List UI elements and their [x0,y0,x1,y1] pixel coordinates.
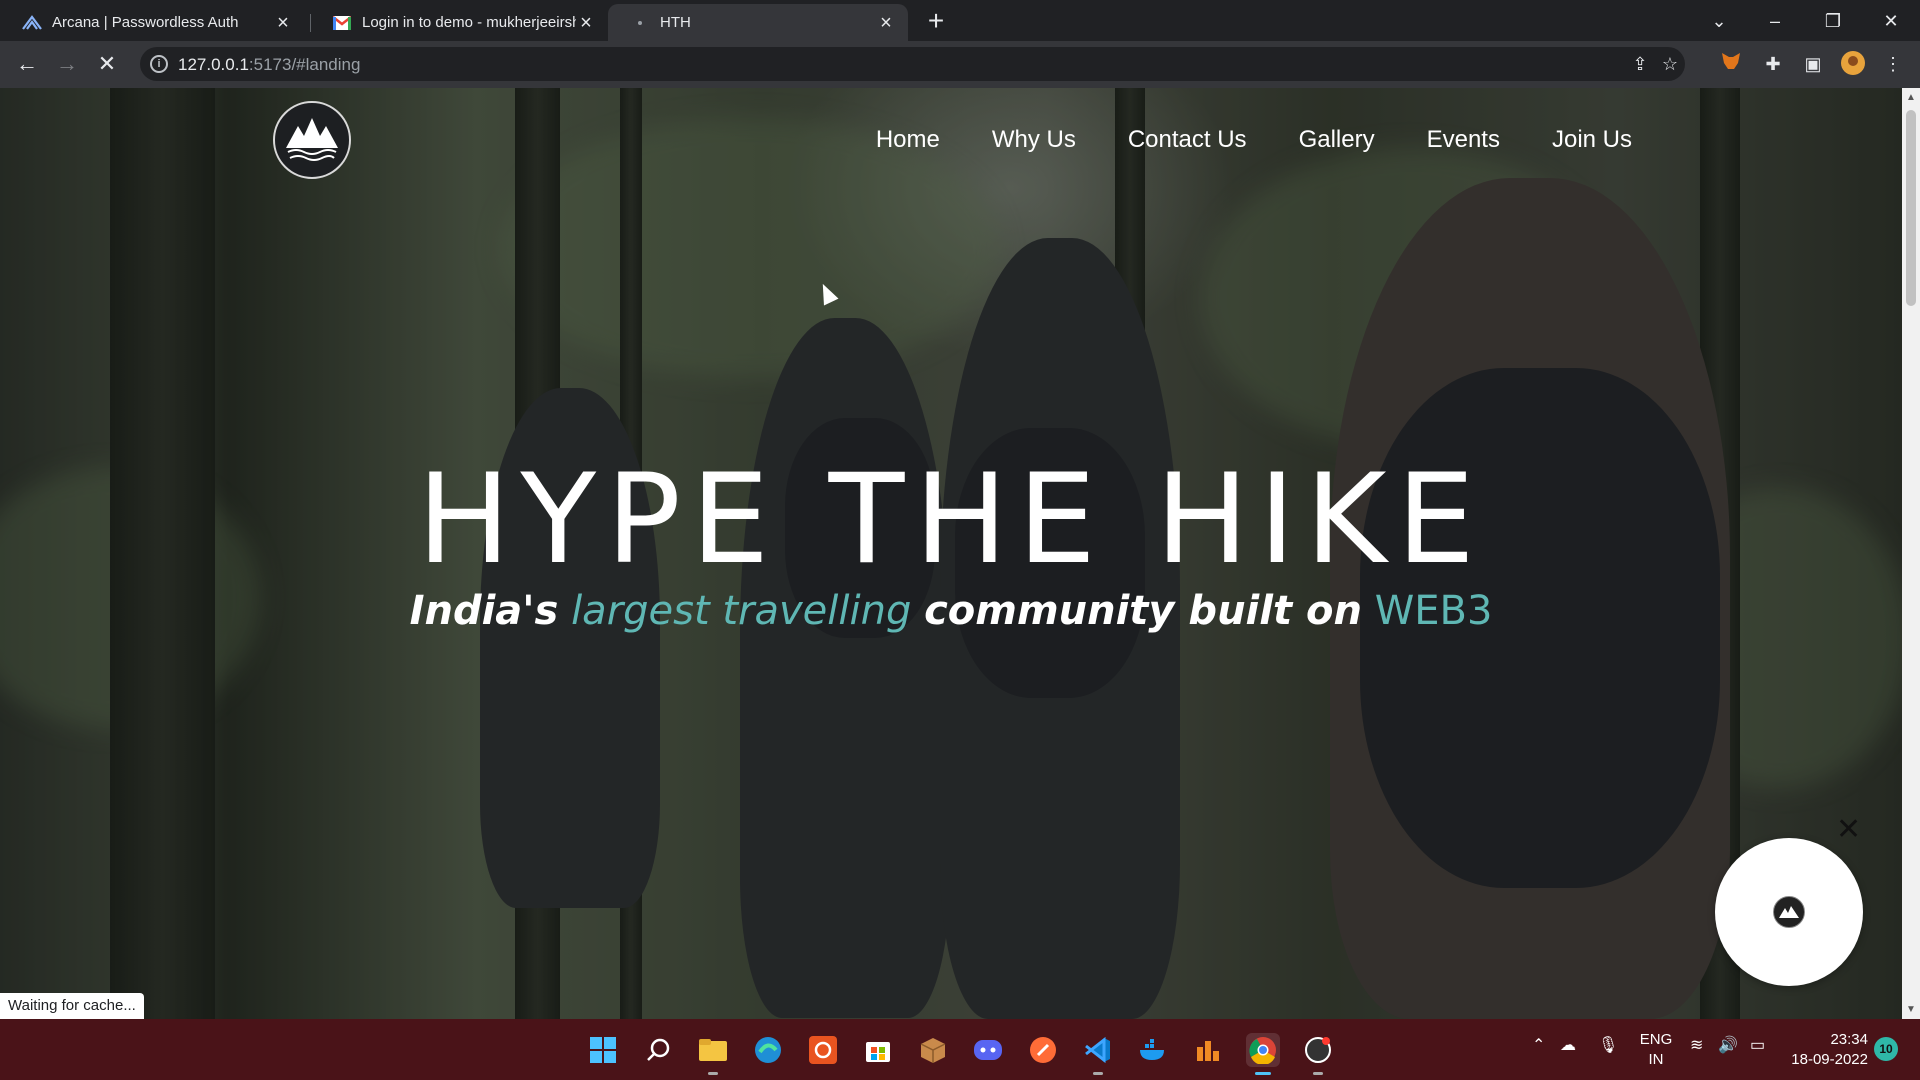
tab-title: HTH [660,14,691,31]
discord-icon[interactable] [971,1033,1005,1067]
extensions-puzzle-icon[interactable]: ✚ [1760,51,1786,77]
close-icon[interactable]: × [576,13,596,33]
subtitle-part: India's [409,588,559,634]
lang-region: IN [1648,1051,1664,1068]
subtitle-part: community built on [924,588,1362,634]
restore-icon[interactable]: ❐ [1810,6,1856,36]
show-hidden-icons-icon[interactable]: ⌃ [1532,1035,1545,1055]
scroll-up-icon[interactable]: ▲ [1906,92,1916,103]
clock-time: 23:34 [1830,1031,1868,1048]
active-indicator [1255,1072,1271,1075]
nav-why-us[interactable]: Why Us [992,126,1076,154]
gmail-icon [332,13,352,33]
chat-widget-button[interactable] [1715,838,1863,986]
address-bar[interactable]: i 127.0.0.1:5173/#landing ⇪ ☆ [140,47,1685,81]
close-window-icon[interactable]: ✕ [1868,6,1914,36]
running-indicator [708,1072,718,1075]
windows-taskbar: ⌃ ☁ 🎙 ENG IN ≋ 🔊 ▭ 23:34 18-09-2022 10 [0,1019,1920,1080]
scroll-down-icon[interactable]: ▼ [1906,1004,1916,1015]
lang-code: ENG [1639,1031,1673,1048]
tab-strip: Arcana | Passwordless Auth × Login in to… [0,0,1920,41]
language-indicator[interactable]: ENG IN [1636,1030,1676,1070]
mountain-logo-icon [286,118,338,161]
tab-gmail[interactable]: Login in to demo - mukherjeeirsh × [310,4,608,41]
minimize-icon[interactable]: – [1752,6,1798,36]
mountain-logo-icon [1773,896,1805,928]
nav-join-us[interactable]: Join Us [1552,126,1632,154]
site-logo[interactable] [273,101,351,179]
chrome-icon[interactable] [1246,1033,1280,1075]
nav-gallery[interactable]: Gallery [1299,126,1375,154]
subtitle-accent: WEB3 [1374,588,1493,634]
battery-icon[interactable]: ▭ [1750,1035,1765,1055]
clock-date: 18-09-2022 [1791,1051,1868,1068]
running-indicator [1313,1072,1323,1075]
docker-icon[interactable] [1136,1033,1170,1067]
github-desktop-icon[interactable] [1301,1033,1335,1075]
metamask-extension-icon[interactable] [1718,51,1744,77]
loading-dot-icon [630,13,650,33]
status-bar: Waiting for cache... [0,993,144,1019]
close-icon[interactable]: × [876,13,896,33]
url-path: :5173/#landing [248,55,361,74]
scrollbar-thumb[interactable] [1906,110,1916,306]
ubuntu-icon[interactable] [806,1033,840,1067]
browser-toolbar: ← → ✕ i 127.0.0.1:5173/#landing ⇪ ☆ ✚ ▣ … [0,41,1920,88]
landing-page: Home Why Us Contact Us Gallery Events Jo… [0,88,1902,1019]
bookmark-star-icon[interactable]: ☆ [1658,52,1682,76]
side-panel-icon[interactable]: ▣ [1800,51,1826,77]
tab-title: Login in to demo - mukherjeeirsh [362,14,576,31]
nav-contact-us[interactable]: Contact Us [1128,126,1247,154]
postman-icon[interactable] [1026,1033,1060,1067]
onedrive-icon[interactable]: ☁ [1560,1035,1576,1055]
windows-start-icon[interactable] [586,1033,620,1067]
back-icon[interactable]: ← [12,49,42,79]
forward-icon[interactable]: → [52,49,82,79]
volume-icon[interactable]: 🔊 [1718,1035,1738,1055]
microphone-icon[interactable]: 🎙 [1598,1035,1618,1055]
vscode-icon[interactable] [1081,1033,1115,1075]
tab-search-icon[interactable]: ⌄ [1696,6,1742,36]
clock[interactable]: 23:34 18-09-2022 [1788,1030,1868,1070]
stop-loading-icon[interactable]: ✕ [92,49,122,79]
hero-title: HYPE THE HIKE [417,448,1485,592]
widget-close-icon[interactable]: ✕ [1836,815,1861,845]
edge-icon[interactable] [751,1033,785,1067]
notification-badge[interactable]: 10 [1874,1037,1898,1061]
url-host: 127.0.0.1 [178,55,249,74]
subtitle-accent: largest travelling [571,588,912,634]
profile-avatar[interactable] [1840,51,1866,77]
running-indicator [1093,1072,1103,1075]
tab-arcana[interactable]: Arcana | Passwordless Auth × [0,4,305,41]
orange-app-icon[interactable] [1191,1033,1225,1067]
microsoft-store-icon[interactable] [861,1033,895,1067]
hero-subtitle: India's largest travelling community bui… [0,588,1902,634]
scrollbar[interactable]: ▲ ▼ [1902,88,1920,1019]
arcana-icon [22,13,42,33]
file-explorer-icon[interactable] [696,1033,730,1075]
tab-title: Arcana | Passwordless Auth [52,14,239,31]
site-nav: Home Why Us Contact Us Gallery Events Jo… [876,126,1632,154]
url-text: 127.0.0.1:5173/#landing [178,55,360,75]
nav-events[interactable]: Events [1427,126,1500,154]
search-icon[interactable] [641,1033,675,1067]
package-box-icon[interactable] [916,1033,950,1067]
site-info-icon[interactable]: i [150,55,168,73]
share-icon[interactable]: ⇪ [1628,52,1652,76]
nav-home[interactable]: Home [876,126,940,154]
close-icon[interactable]: × [273,13,293,33]
wifi-icon[interactable]: ≋ [1690,1035,1703,1055]
menu-kebab-icon[interactable]: ⋮ [1880,51,1906,77]
tab-hth[interactable]: HTH × [608,4,908,41]
new-tab-icon[interactable]: + [922,7,950,36]
